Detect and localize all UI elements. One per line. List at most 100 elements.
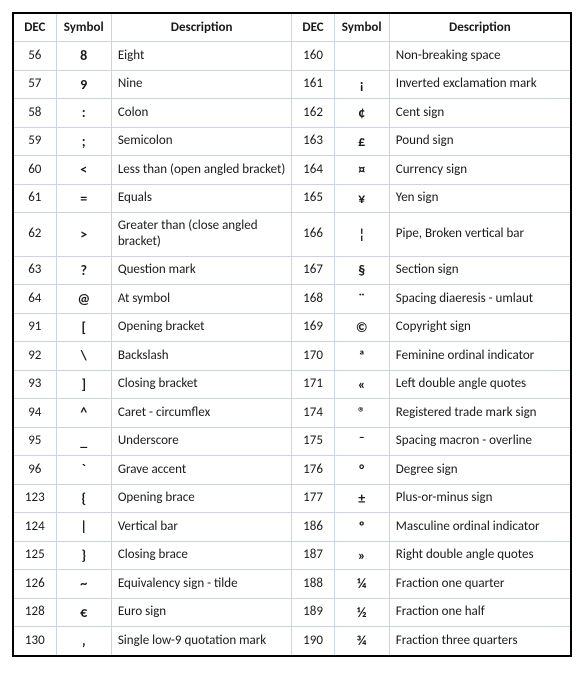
header-symbol-right: Symbol: [334, 14, 389, 42]
cell-symbol-left: :: [56, 99, 111, 128]
cell-symbol-left: ;: [56, 127, 111, 156]
cell-description-right: Yen sign: [389, 184, 570, 213]
cell-dec-right: 165: [292, 184, 334, 213]
cell-symbol-right: ª: [334, 342, 389, 371]
cell-description-right: Registered trade mark sign: [389, 399, 570, 428]
cell-description-right: Left double angle quotes: [389, 370, 570, 399]
cell-dec-right: 163: [292, 127, 334, 156]
cell-symbol-right: ©: [334, 313, 389, 342]
cell-symbol-right: ¢: [334, 99, 389, 128]
cell-dec-left: 126: [14, 570, 56, 599]
cell-symbol-right: ±: [334, 484, 389, 513]
cell-description-left: Caret - circumflex: [111, 399, 292, 428]
cell-symbol-right: ½: [334, 598, 389, 627]
cell-description-left: Backslash: [111, 342, 292, 371]
cell-dec-right: 189: [292, 598, 334, 627]
cell-symbol-right: ¦: [334, 213, 389, 257]
cell-description-right: Pipe, Broken vertical bar: [389, 213, 570, 257]
cell-dec-left: 62: [14, 213, 56, 257]
cell-dec-right: 171: [292, 370, 334, 399]
cell-dec-right: 167: [292, 256, 334, 285]
cell-description-left: Equals: [111, 184, 292, 213]
cell-dec-left: 91: [14, 313, 56, 342]
cell-dec-right: 170: [292, 342, 334, 371]
cell-dec-left: 96: [14, 456, 56, 485]
cell-dec-right: 188: [292, 570, 334, 599]
cell-description-right: Right double angle quotes: [389, 541, 570, 570]
cell-symbol-left: ~: [56, 570, 111, 599]
cell-description-right: Degree sign: [389, 456, 570, 485]
table-row: 568Eight160Non-breaking space: [14, 42, 570, 71]
cell-dec-left: 64: [14, 285, 56, 314]
table-row: 60<Less than (open angled bracket)164¤Cu…: [14, 156, 570, 185]
table-row: 62>Greater than (close angled bracket)16…: [14, 213, 570, 257]
table-row: 96`Grave accent176°Degree sign: [14, 456, 570, 485]
cell-description-left: Single low-9 quotation mark: [111, 627, 292, 655]
cell-symbol-right: »: [334, 541, 389, 570]
table-row: 130‚Single low-9 quotation mark190¾Fract…: [14, 627, 570, 655]
ascii-table: DEC Symbol Description DEC Symbol Descri…: [14, 14, 570, 655]
cell-symbol-left: [: [56, 313, 111, 342]
cell-dec-right: 190: [292, 627, 334, 655]
cell-description-left: Colon: [111, 99, 292, 128]
cell-dec-right: 187: [292, 541, 334, 570]
cell-dec-left: 124: [14, 513, 56, 542]
cell-description-left: Greater than (close angled bracket): [111, 213, 292, 257]
cell-symbol-left: {: [56, 484, 111, 513]
cell-description-right: Fraction one half: [389, 598, 570, 627]
cell-dec-right: 169: [292, 313, 334, 342]
cell-symbol-right: ¼: [334, 570, 389, 599]
cell-dec-left: 58: [14, 99, 56, 128]
header-desc-right: Description: [389, 14, 570, 42]
cell-symbol-right: «: [334, 370, 389, 399]
cell-dec-left: 128: [14, 598, 56, 627]
cell-description-right: Spacing macron - overline: [389, 427, 570, 456]
cell-symbol-left: \: [56, 342, 111, 371]
cell-description-left: Opening brace: [111, 484, 292, 513]
cell-dec-right: 166: [292, 213, 334, 257]
cell-dec-left: 56: [14, 42, 56, 71]
cell-symbol-right: ¾: [334, 627, 389, 655]
cell-description-right: Non-breaking space: [389, 42, 570, 71]
cell-dec-left: 63: [14, 256, 56, 285]
cell-description-left: Equivalency sign - tilde: [111, 570, 292, 599]
cell-symbol-left: 9: [56, 70, 111, 99]
cell-symbol-left: ‚: [56, 627, 111, 655]
table-row: 579Nine161¡Inverted exclamation mark: [14, 70, 570, 99]
table-row: 63?Question mark167§Section sign: [14, 256, 570, 285]
cell-symbol-left: }: [56, 541, 111, 570]
cell-dec-left: 93: [14, 370, 56, 399]
table-row: 61=Equals165¥Yen sign: [14, 184, 570, 213]
cell-description-left: Less than (open angled bracket): [111, 156, 292, 185]
cell-dec-left: 125: [14, 541, 56, 570]
table-row: 59;Semicolon163£Pound sign: [14, 127, 570, 156]
cell-dec-left: 94: [14, 399, 56, 428]
table-row: 64@At symbol168¨Spacing diaeresis - umla…: [14, 285, 570, 314]
header-dec-left: DEC: [14, 14, 56, 42]
cell-dec-left: 95: [14, 427, 56, 456]
cell-description-left: Closing brace: [111, 541, 292, 570]
cell-description-left: Eight: [111, 42, 292, 71]
table-row: 91[Opening bracket169©Copyright sign: [14, 313, 570, 342]
cell-symbol-left: `: [56, 456, 111, 485]
ascii-table-container: DEC Symbol Description DEC Symbol Descri…: [12, 12, 572, 657]
cell-description-right: Masculine ordinal indicator: [389, 513, 570, 542]
table-row: 128€Euro sign189½Fraction one half: [14, 598, 570, 627]
cell-description-right: Cent sign: [389, 99, 570, 128]
table-row: 124|Vertical bar186ºMasculine ordinal in…: [14, 513, 570, 542]
cell-description-left: Underscore: [111, 427, 292, 456]
cell-description-left: Closing bracket: [111, 370, 292, 399]
cell-symbol-left: €: [56, 598, 111, 627]
cell-description-left: Opening bracket: [111, 313, 292, 342]
cell-dec-right: 168: [292, 285, 334, 314]
cell-symbol-right: ¥: [334, 184, 389, 213]
cell-symbol-left: |: [56, 513, 111, 542]
cell-symbol-right: ¨: [334, 285, 389, 314]
cell-description-right: Plus-or-minus sign: [389, 484, 570, 513]
cell-description-right: Spacing diaeresis - umlaut: [389, 285, 570, 314]
table-row: 92\Backslash170ªFeminine ordinal indicat…: [14, 342, 570, 371]
cell-dec-left: 59: [14, 127, 56, 156]
cell-symbol-right: §: [334, 256, 389, 285]
cell-dec-left: 57: [14, 70, 56, 99]
cell-dec-right: 186: [292, 513, 334, 542]
